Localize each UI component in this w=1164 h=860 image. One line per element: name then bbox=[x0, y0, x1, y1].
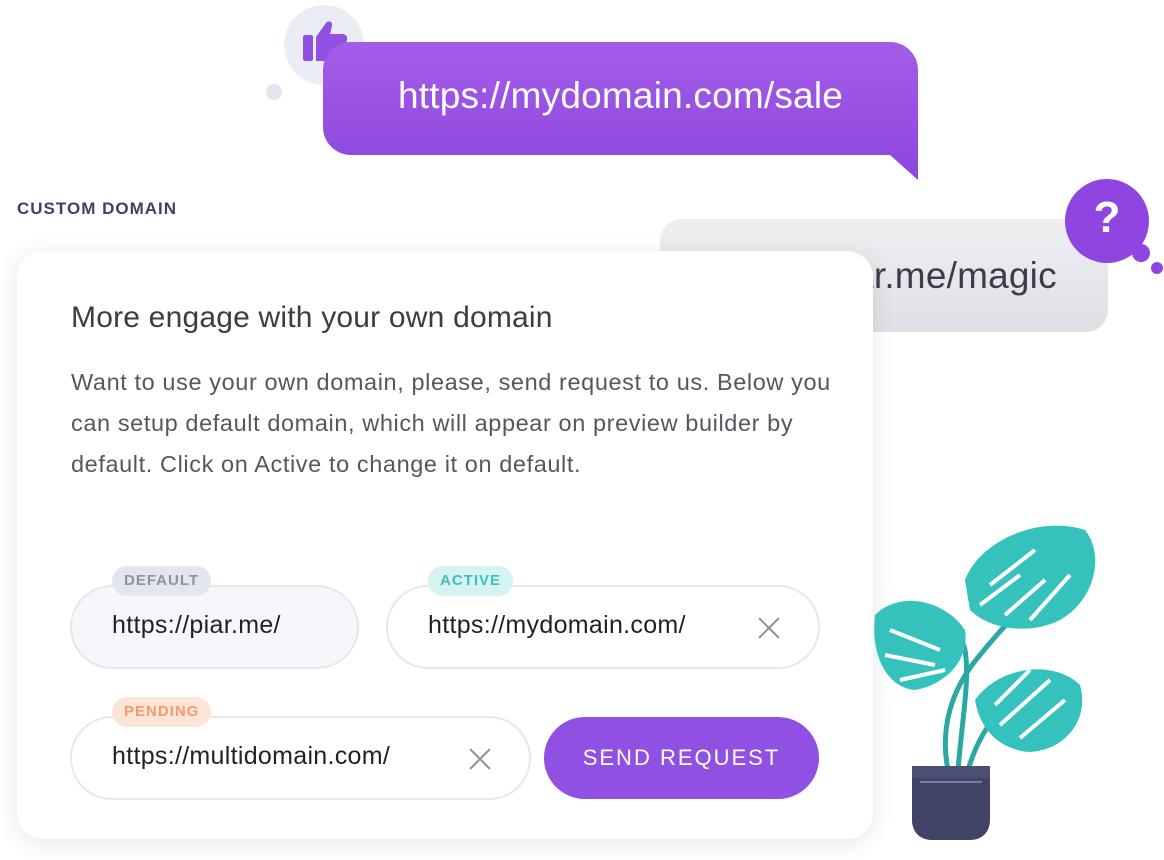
question-bubble: ? bbox=[1062, 177, 1164, 279]
plant-illustration bbox=[870, 520, 1110, 840]
active-domain-field[interactable]: https://mydomain.com/ bbox=[386, 585, 820, 669]
default-domain-value: https://piar.me/ bbox=[112, 611, 281, 639]
primary-url-bubble: https://mydomain.com/sale bbox=[323, 42, 918, 180]
section-title: CUSTOM DOMAIN bbox=[17, 199, 178, 218]
thought-dot bbox=[266, 84, 282, 100]
pending-domain-field[interactable]: https://multidomain.com/ bbox=[70, 716, 531, 800]
send-request-button[interactable]: SEND REQUEST bbox=[544, 717, 819, 799]
default-domain-field[interactable]: https://piar.me/ bbox=[70, 585, 359, 669]
active-domain-value: https://mydomain.com/ bbox=[428, 611, 686, 639]
question-mark-icon: ? bbox=[1093, 193, 1121, 242]
clear-pending-icon[interactable] bbox=[467, 746, 493, 772]
active-badge: ACTIVE bbox=[428, 566, 514, 596]
card-description: Want to use your own domain, please, sen… bbox=[71, 369, 831, 477]
default-badge: DEFAULT bbox=[112, 566, 212, 596]
card-heading: More engage with your own domain bbox=[71, 301, 553, 334]
custom-domain-card: More engage with your own domain Want to… bbox=[17, 251, 873, 839]
clear-active-icon[interactable] bbox=[756, 615, 782, 641]
primary-url-text: https://mydomain.com/sale bbox=[397, 75, 844, 116]
pending-domain-value: https://multidomain.com/ bbox=[112, 742, 391, 770]
pending-badge: PENDING bbox=[112, 697, 212, 727]
